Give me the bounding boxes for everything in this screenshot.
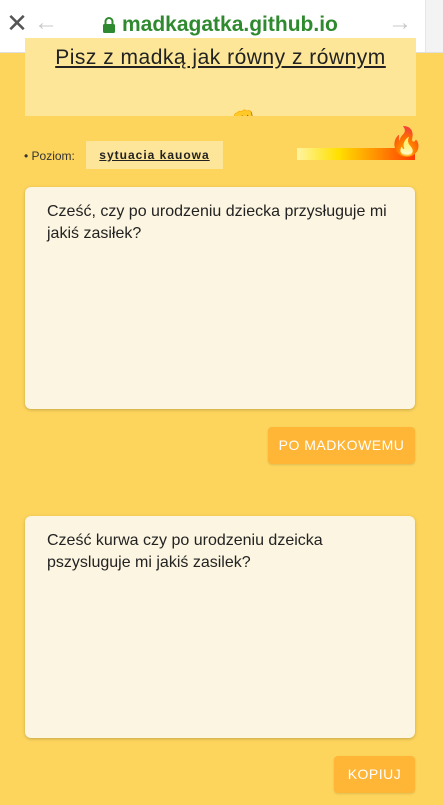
convert-button[interactable]: PO MADKOWEMU [268, 427, 415, 464]
output-textarea[interactable]: Cześć kurwa czy po urodzeniu dzeicka psz… [25, 516, 415, 738]
url-text[interactable]: madkagatka.github.io [122, 12, 338, 38]
fire-icon[interactable]: 🔥 [389, 126, 424, 158]
fist-icon[interactable]: 👊 [232, 110, 256, 117]
copy-button[interactable]: KOPIUJ [334, 756, 415, 793]
level-value[interactable]: sytuacia kauowa [86, 141, 223, 169]
toolbar-edge [425, 0, 443, 52]
forward-arrow-icon[interactable]: → [388, 10, 412, 36]
header-card: Pisz z madką jak równy z równym 👊 [25, 38, 416, 116]
page-title[interactable]: Pisz z madką jak równy z równym [25, 46, 416, 70]
close-icon[interactable]: ✕ [6, 10, 28, 36]
input-textarea[interactable]: Cześć, czy po urodzeniu dziecka przysług… [25, 187, 415, 409]
level-label: • Poziom: [24, 149, 75, 163]
back-arrow-icon[interactable]: ← [34, 10, 58, 36]
lock-icon [103, 17, 115, 33]
